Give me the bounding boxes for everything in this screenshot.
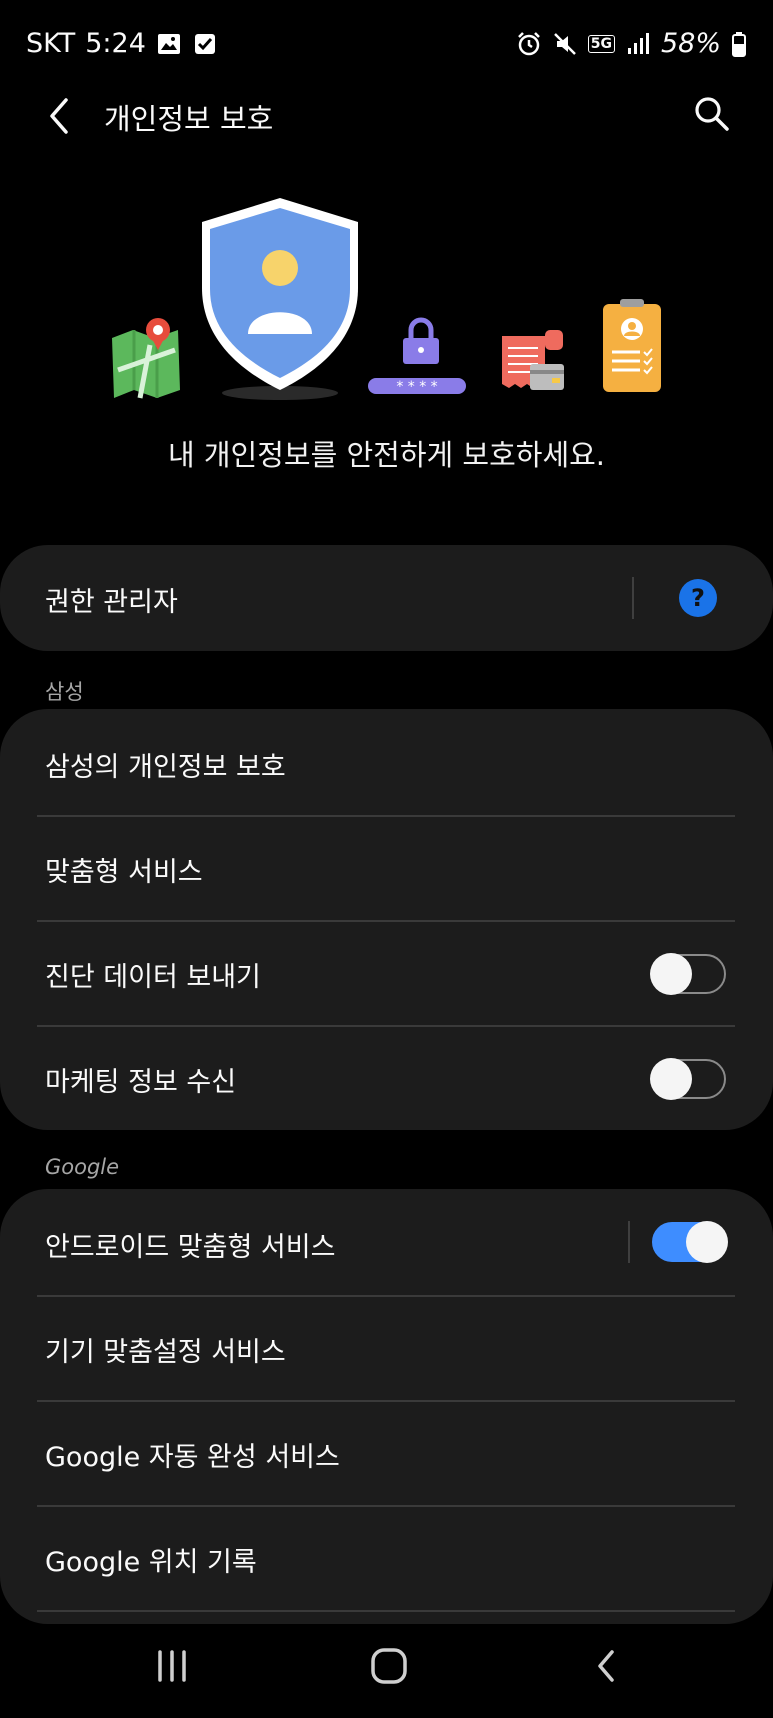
divider xyxy=(628,1221,630,1263)
mute-icon xyxy=(553,32,576,55)
carrier-text: SKT xyxy=(26,28,76,59)
image-icon xyxy=(157,33,180,54)
list-item[interactable]: Google 자동 완성 서비스 xyxy=(0,1401,773,1505)
clipboard-icon xyxy=(603,299,661,392)
home-button[interactable] xyxy=(367,1644,411,1688)
list-item[interactable]: 안드로이드 맞춤형 서비스 xyxy=(0,1191,773,1295)
list-item[interactable]: 마케팅 정보 수신 xyxy=(0,1026,773,1130)
navigation-bar xyxy=(0,1620,773,1718)
check-box-icon xyxy=(194,33,215,54)
list-item-label: Google 위치 기록 xyxy=(45,1547,257,1578)
alarm-icon xyxy=(517,31,540,55)
samsung-card: 삼성의 개인정보 보호 맞춤형 서비스 진단 데이터 보내기 마케팅 정보 수신 xyxy=(0,709,773,1130)
section-header-samsung: 삼성 xyxy=(45,680,84,704)
status-bar: SKT 5:24 5G 58% xyxy=(0,0,773,90)
list-item[interactable]: 기기 맞춤설정 서비스 xyxy=(0,1296,773,1400)
back-button[interactable] xyxy=(40,90,80,142)
list-item-label: 안드로이드 맞춤형 서비스 xyxy=(45,1232,336,1263)
battery-percent: 58% xyxy=(660,28,721,59)
list-item-label: Google 자동 완성 서비스 xyxy=(45,1442,340,1473)
permission-manager-row[interactable]: 권한 관리자 ? xyxy=(0,545,773,651)
page-title: 개인정보 보호 xyxy=(104,102,274,136)
list-item-label: 마케팅 정보 수신 xyxy=(45,1067,237,1098)
list-item-label: 맞춤형 서비스 xyxy=(45,857,203,888)
list-item-label: 진단 데이터 보내기 xyxy=(45,962,261,993)
password-lock-icon: * * * * xyxy=(368,317,466,395)
marketing-info-toggle[interactable] xyxy=(650,1058,726,1100)
battery-icon xyxy=(732,31,746,57)
google-card: 안드로이드 맞춤형 서비스 기기 맞춤설정 서비스 Google 자동 완성 서… xyxy=(0,1189,773,1624)
divider xyxy=(632,577,634,619)
list-item[interactable]: 삼성의 개인정보 보호 xyxy=(0,711,773,815)
recents-button[interactable] xyxy=(152,1646,192,1686)
list-item[interactable]: 맞춤형 서비스 xyxy=(0,816,773,920)
android-personalization-toggle[interactable] xyxy=(652,1221,728,1263)
search-icon[interactable] xyxy=(692,94,732,134)
privacy-illustration: * * * * xyxy=(112,198,661,400)
5g-icon: 5G xyxy=(587,34,615,53)
list-item-label: 기기 맞춤설정 서비스 xyxy=(45,1337,286,1368)
permission-manager-label: 권한 관리자 xyxy=(45,587,178,618)
svg-text:* * * *: * * * * xyxy=(396,379,437,395)
shield-icon xyxy=(202,198,358,400)
divider xyxy=(37,1610,735,1612)
section-header-google: Google xyxy=(45,1155,120,1179)
back-nav-button[interactable] xyxy=(588,1644,624,1688)
map-icon xyxy=(112,318,180,399)
signal-icon xyxy=(627,32,649,54)
hero-tagline: 내 개인정보를 안전하게 보호하세요. xyxy=(167,438,606,472)
receipt-card-icon xyxy=(502,330,564,390)
list-item-label: 삼성의 개인정보 보호 xyxy=(45,752,286,783)
diagnostic-data-toggle[interactable] xyxy=(650,953,726,995)
list-item[interactable]: 진단 데이터 보내기 xyxy=(0,921,773,1025)
clock-text: 5:24 xyxy=(85,28,146,59)
permission-manager-card[interactable]: 권한 관리자 ? xyxy=(0,545,773,651)
list-item[interactable]: Google 위치 기록 xyxy=(0,1506,773,1610)
help-icon[interactable]: ? xyxy=(679,579,717,617)
